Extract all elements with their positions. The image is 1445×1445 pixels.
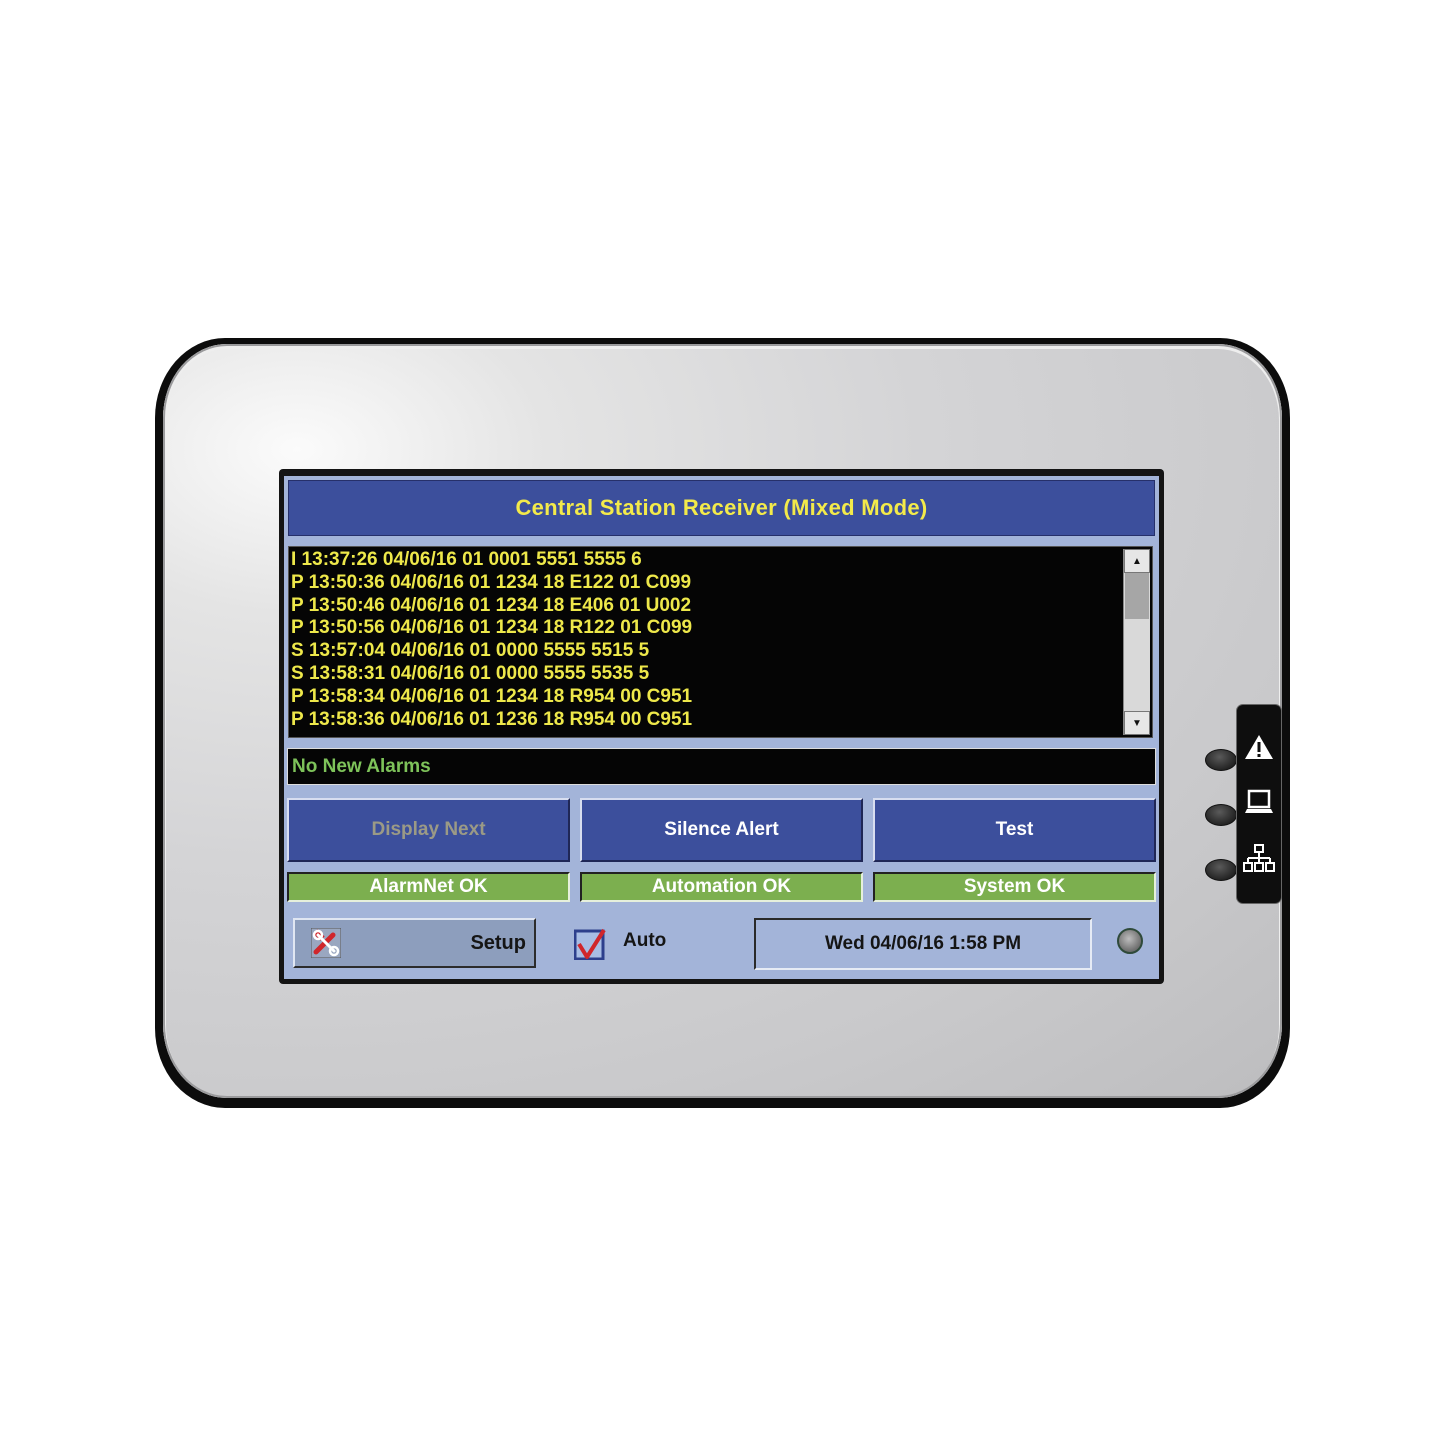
date-time-display: Wed 04/06/16 1:58 PM [754,918,1092,970]
event-log-lines: I 13:37:26 04/06/16 01 0001 5551 5555 6 … [291,549,1122,731]
triangle-up-icon: ▲ [1132,555,1142,567]
computer-icon [1245,789,1273,813]
alarmnet-status: AlarmNet OK [287,872,570,902]
automation-status: Automation OK [580,872,863,902]
warning-icon [1245,735,1273,759]
action-buttons: Display Next Silence Alert Test [287,798,1156,862]
bottom-bar: Setup Auto Wed 04/06/16 1:58 PM [284,916,1159,972]
network-led [1205,859,1237,881]
log-scrollbar[interactable]: ▲ ▼ [1123,549,1150,735]
log-entry: P 13:58:36 04/06/16 01 1236 18 R954 00 C… [291,708,693,730]
status-indicators: AlarmNet OK Automation OK System OK [287,872,1156,902]
warning-led [1205,749,1237,771]
scroll-up-button[interactable]: ▲ [1124,549,1150,573]
setup-label: Setup [470,932,526,954]
test-button[interactable]: Test [873,798,1156,862]
log-entry: P 13:50:56 04/06/16 01 1234 18 R122 01 C… [291,617,693,639]
event-log: I 13:37:26 04/06/16 01 0001 5551 5555 6 … [288,546,1153,738]
system-status: System OK [873,872,1156,902]
computer-led [1205,804,1237,826]
scrollbar-thumb[interactable] [1125,573,1149,619]
network-icon [1243,844,1275,872]
display-next-button[interactable]: Display Next [287,798,570,862]
log-entry: P 13:58:34 04/06/16 01 1234 18 R954 00 C… [291,685,693,707]
triangle-down-icon: ▼ [1132,717,1142,729]
alarm-status: No New Alarms [287,748,1156,785]
touch-screen: Central Station Receiver (Mixed Mode) I … [284,476,1159,979]
auto-checkbox[interactable] [574,928,606,960]
log-entry: I 13:37:26 04/06/16 01 0001 5551 5555 6 [291,549,642,570]
log-entry: P 13:50:46 04/06/16 01 1234 18 E406 01 U… [291,594,692,616]
log-entry: P 13:50:36 04/06/16 01 1234 18 E122 01 C… [291,571,692,593]
tools-icon [311,928,341,958]
setup-button[interactable]: Setup [293,918,536,968]
scroll-down-button[interactable]: ▼ [1124,711,1150,735]
auto-label: Auto [623,930,667,951]
indicator-panel [1236,704,1282,904]
status-led [1117,928,1143,954]
log-entry: S 13:57:04 04/06/16 01 0000 5555 5515 5 [291,640,650,662]
silence-alert-button[interactable]: Silence Alert [580,798,863,862]
page-title: Central Station Receiver (Mixed Mode) [288,480,1155,536]
log-entry: S 13:58:31 04/06/16 01 0000 5555 5535 5 [291,662,650,684]
